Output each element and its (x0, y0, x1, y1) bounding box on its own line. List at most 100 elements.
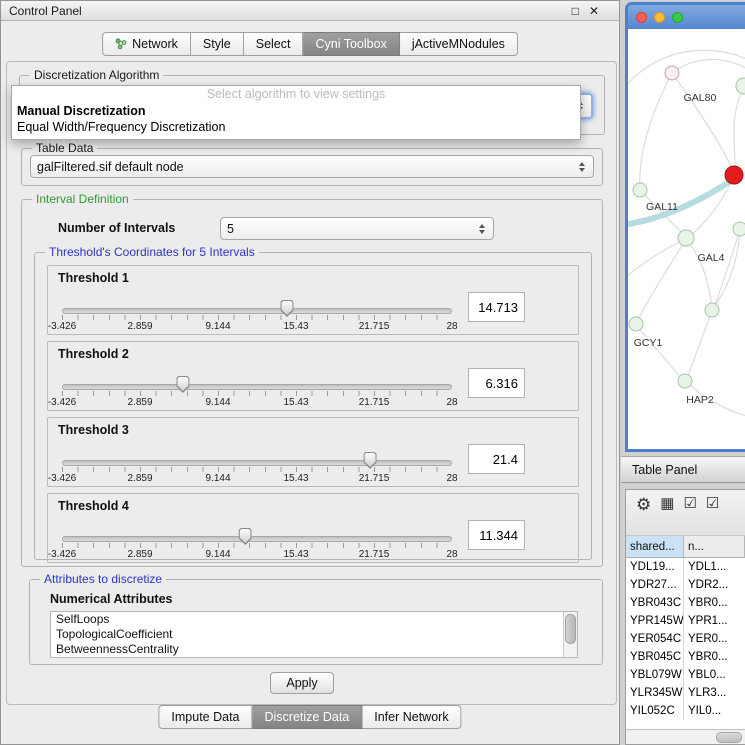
threshold-label: Threshold 4 (58, 499, 129, 513)
threshold-value-field[interactable]: 11.344 (468, 520, 525, 550)
attribute-item-topologicalcoefficient[interactable]: TopologicalCoefficient (51, 627, 577, 642)
window-title: Control Panel (9, 4, 82, 18)
threshold-slider[interactable]: -3.4262.8599.14415.4321.71528 (62, 376, 452, 408)
table-cell-name: YBL0... (684, 666, 745, 684)
slider-track (62, 384, 452, 390)
threshold-slider[interactable]: -3.4262.8599.14415.4321.71528 (62, 300, 452, 332)
threshold-panel-threshold-3: Threshold 3-3.4262.8599.14415.4321.71528… (47, 417, 579, 487)
network-window-titlebar[interactable] (628, 5, 745, 29)
network-node-label-gcy1[interactable]: GCY1 (634, 337, 663, 349)
scale-label: 9.144 (205, 473, 230, 484)
bottom-tab-discretize-data[interactable]: Discretize Data (253, 705, 363, 729)
network-node-label-gal11[interactable]: GAL11 (646, 201, 678, 213)
network-node[interactable] (678, 374, 692, 388)
slider-ticks (62, 467, 452, 472)
popup-item-equal-width-frequency-discretization[interactable]: Equal Width/Frequency Discretization (12, 119, 580, 135)
table-row[interactable]: YPR145WYPR1... (626, 612, 745, 630)
threshold-slider[interactable]: -3.4262.8599.14415.4321.71528 (62, 528, 452, 560)
threshold-slider[interactable]: -3.4262.8599.14415.4321.71528 (62, 452, 452, 484)
network-node-label-hap2[interactable]: HAP2 (686, 394, 714, 406)
select-mode-icon[interactable]: ☑ (706, 496, 719, 511)
table-data-combo[interactable]: galFiltered.sif default node (30, 155, 594, 178)
table-row[interactable]: YDR27...YDR2... (626, 576, 745, 594)
num-intervals-combo[interactable]: 5 (220, 217, 494, 240)
scale-label: 2.859 (127, 321, 152, 332)
table-row[interactable]: YBL079WYBL0... (626, 666, 745, 684)
settings-gear-icon[interactable]: ⚙ (636, 496, 651, 513)
popup-item-manual-discretization[interactable]: Manual Discretization (12, 103, 580, 119)
threshold-value-field[interactable]: 6.316 (468, 368, 525, 398)
attributes-scrollbar[interactable] (563, 612, 577, 657)
threshold-label: Threshold 2 (58, 347, 129, 361)
close-icon[interactable]: ✕ (589, 5, 599, 17)
minimize-traffic-light-icon[interactable] (654, 12, 665, 23)
table-panel-header[interactable]: Table Panel (621, 456, 745, 483)
table-row[interactable]: YBR043CYBR0... (626, 594, 745, 612)
attribute-item-selfloops[interactable]: SelfLoops (51, 612, 577, 627)
apply-button[interactable]: Apply (270, 672, 334, 694)
network-canvas[interactable]: GAL80 GAL11 GAL4 GCY1 HAP2 (628, 29, 745, 449)
network-node[interactable] (678, 230, 694, 246)
control-panel-window: Control Panel □ ✕ NetworkStyleSelectCyni… (0, 0, 620, 745)
network-node-selected[interactable] (725, 166, 743, 184)
table-row[interactable]: YIL052CYIL0... (626, 702, 745, 720)
scale-label: 15.43 (283, 549, 308, 560)
table-body: YDL19...YDL1...YDR27...YDR2...YBR043CYBR… (626, 558, 745, 730)
table-cell-name: YPR1... (684, 612, 745, 630)
float-window-icon[interactable]: □ (572, 5, 579, 17)
table-cell-shared-name: YBR043C (626, 594, 684, 612)
tab-select[interactable]: Select (244, 32, 304, 56)
close-traffic-light-icon[interactable] (636, 12, 647, 23)
table-row[interactable]: YBR045CYBR0... (626, 648, 745, 666)
table-toolbar: ⚙ ▦ ☑ ☑ (626, 490, 745, 536)
network-node[interactable] (629, 317, 643, 331)
scale-label: 21.715 (359, 549, 390, 560)
attributes-group-title: Attributes to discretize (40, 572, 166, 586)
thresholds-group: Threshold's Coordinates for 5 Intervals … (34, 252, 592, 560)
tab-style[interactable]: Style (191, 32, 244, 56)
attribute-item-betweennesscentrality[interactable]: BetweennessCentrality (51, 642, 577, 657)
table-data-group: Table Data galFiltered.sif default node (21, 148, 603, 186)
table-row[interactable]: YER054CYER0... (626, 630, 745, 648)
network-node[interactable] (736, 78, 745, 94)
network-node[interactable] (633, 183, 647, 197)
network-node[interactable] (733, 222, 745, 236)
threshold-value-field[interactable]: 14.713 (468, 292, 525, 322)
table-row[interactable]: YDL19...YDL1... (626, 558, 745, 576)
network-node-label-gal4[interactable]: GAL4 (698, 252, 725, 264)
table-row[interactable]: YLR345WYLR3... (626, 684, 745, 702)
network-node[interactable] (665, 66, 679, 80)
stepper-arrows-icon (479, 224, 487, 234)
bottom-tab-infer-network[interactable]: Infer Network (362, 705, 461, 729)
zoom-traffic-light-icon[interactable] (672, 12, 683, 23)
threshold-panel-threshold-1: Threshold 1-3.4262.8599.14415.4321.71528… (47, 265, 579, 335)
window-titlebar[interactable]: Control Panel □ ✕ (1, 1, 619, 21)
scale-label: 15.43 (283, 473, 308, 484)
table-data-combo-value: galFiltered.sif default node (37, 160, 184, 174)
scrollbar-thumb[interactable] (565, 614, 576, 644)
bottom-tab-impute-data[interactable]: Impute Data (158, 705, 252, 729)
column-header-shared-name[interactable]: shared... (626, 536, 684, 557)
tab-network[interactable]: Network (102, 32, 191, 56)
tab-jactivemnodules[interactable]: jActiveMNodules (400, 32, 518, 56)
columns-icon[interactable]: ▦ (660, 496, 674, 511)
tab-cyni-toolbox[interactable]: Cyni Toolbox (303, 32, 399, 56)
table-cell-name: YER0... (684, 630, 745, 648)
threshold-panel-threshold-2: Threshold 2 -3.4262.8599.14415.4321.71528… (47, 341, 579, 411)
scale-label: 15.43 (283, 321, 308, 332)
thresholds-container: Threshold 1-3.4262.8599.14415.4321.71528… (47, 265, 579, 569)
network-graph[interactable]: GAL80 GAL11 GAL4 GCY1 HAP2 (628, 29, 745, 449)
threshold-value-field[interactable]: 21.4 (468, 444, 525, 474)
network-node-label-gal80[interactable]: GAL80 (684, 92, 717, 104)
attributes-list[interactable]: SelfLoopsTopologicalCoefficientBetweenne… (50, 611, 578, 658)
interval-definition-title: Interval Definition (32, 192, 133, 206)
scrollbar-thumb[interactable] (716, 732, 742, 743)
slider-track (62, 308, 452, 314)
network-node[interactable] (705, 303, 719, 317)
column-header-name[interactable]: n... (684, 536, 745, 557)
scale-label: 9.144 (205, 549, 230, 560)
select-all-icon[interactable]: ☑ (683, 496, 696, 511)
scale-label: 28 (446, 397, 457, 408)
table-hscrollbar[interactable] (626, 729, 745, 744)
table-cell-shared-name: YBL079W (626, 666, 684, 684)
